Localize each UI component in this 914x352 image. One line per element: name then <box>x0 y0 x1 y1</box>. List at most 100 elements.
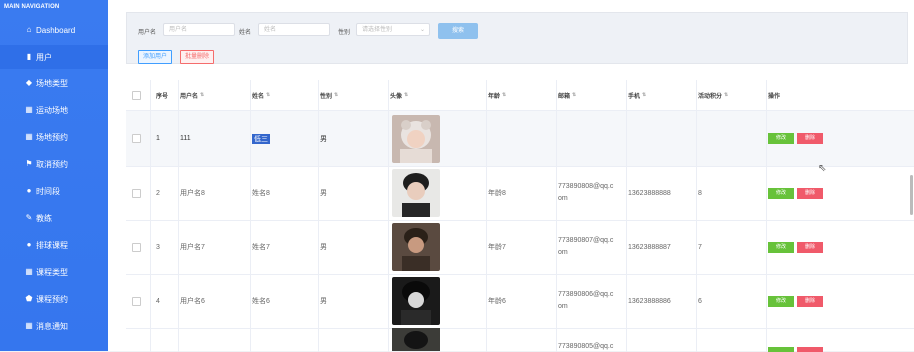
cell-avatar <box>392 166 486 220</box>
gender-select[interactable]: 请选择性别 ⌄ <box>356 23 430 36</box>
mouse-cursor-icon: ⇖ <box>818 163 827 174</box>
cell-username: 用户名7 <box>180 244 205 251</box>
header-label: 头像 <box>390 93 403 100</box>
sidebar-item-notifications[interactable]: ▦ 消息通知 <box>0 314 108 338</box>
header-username[interactable]: 用户名 ⇅ <box>180 80 250 110</box>
sidebar-item-label: 时间段 <box>36 186 60 196</box>
checkbox-box <box>132 242 141 252</box>
sidebar-item-course-booking[interactable]: ⬟ 课程预约 <box>0 287 108 311</box>
avatar <box>392 169 440 217</box>
sidebar-item-sports-venue[interactable]: ▦ 运动场地 <box>0 98 108 122</box>
row-checkbox[interactable] <box>132 274 146 328</box>
checkbox-box <box>132 296 141 306</box>
grid-icon: ▦ <box>25 267 33 276</box>
main-content: 用户名 用户名 姓名 姓名 性别 请选择性别 ⌄ 搜索 添加用户 批量删除 序号… <box>108 0 914 352</box>
table-row: 1 111 低三 男 修改 删除 <box>126 111 914 167</box>
row-checkbox[interactable] <box>132 166 146 220</box>
delete-button[interactable] <box>797 347 823 352</box>
cell-points: 7 <box>698 243 702 251</box>
sidebar-item-users[interactable]: ▮ 用户 <box>0 45 108 69</box>
username-label: 用户名 <box>138 30 157 36</box>
edit-button[interactable]: 修改 <box>768 133 794 144</box>
column-divider <box>486 80 487 352</box>
sort-icon: ⇅ <box>572 92 577 98</box>
sidebar-item-label: 场地类型 <box>36 78 68 88</box>
cell-age: 年龄6 <box>488 298 506 305</box>
header-gender[interactable]: 性别 ⇅ <box>320 80 386 110</box>
cell-gender: 男 <box>320 190 327 197</box>
vertical-scrollbar[interactable] <box>910 175 913 215</box>
checkbox-box <box>132 188 141 198</box>
sidebar-item-course-type[interactable]: ▦ 课程类型 <box>0 260 108 284</box>
column-divider <box>696 80 697 352</box>
column-divider <box>318 80 319 352</box>
edit-button[interactable]: 修改 <box>768 241 794 253</box>
cell-avatar <box>392 111 486 166</box>
delete-button[interactable]: 删除 <box>797 187 823 199</box>
sidebar-item-label: 课程预约 <box>36 294 68 304</box>
cell-name: 低三 <box>252 111 318 166</box>
cell-actions: 修改 删除 <box>768 111 848 166</box>
cell-username: 111 <box>180 135 191 142</box>
delete-button[interactable]: 删除 <box>797 241 823 253</box>
chevron-down-icon: ⌄ <box>419 27 425 33</box>
header-avatar[interactable]: 头像 ⇅ <box>390 80 484 110</box>
sidebar-item-label: 消息通知 <box>36 321 68 331</box>
edit-button[interactable] <box>768 347 794 352</box>
sidebar-item-dashboard[interactable]: ⌂ Dashboard <box>0 18 108 42</box>
sidebar: MAIN NAVIGATION ⌂ Dashboard ▮ 用户 ◆ 场地类型 … <box>0 0 108 351</box>
search-panel <box>126 12 908 64</box>
column-divider <box>556 80 557 352</box>
column-divider <box>388 80 389 352</box>
header-points[interactable]: 活动积分 ⇅ <box>698 80 764 110</box>
username-input[interactable]: 用户名 <box>163 23 235 36</box>
header-label: 手机 <box>628 93 641 100</box>
sort-icon: ⇅ <box>404 92 409 98</box>
user-icon: ● <box>26 240 32 249</box>
header-name[interactable]: 姓名 ⇅ <box>252 80 318 110</box>
edit-button[interactable]: 修改 <box>768 187 794 199</box>
avatar <box>392 223 440 271</box>
avatar <box>392 277 440 325</box>
sidebar-item-time-slot[interactable]: ● 时间段 <box>0 179 108 203</box>
batch-delete-button[interactable]: 批量删除 <box>180 50 215 64</box>
sidebar-item-coach[interactable]: ✎ 教练 <box>0 206 108 230</box>
add-user-button[interactable]: 添加用户 <box>138 50 173 64</box>
header-label: 性别 <box>320 93 333 100</box>
bar-chart-icon: ▮ <box>26 52 32 61</box>
avatar <box>392 328 440 351</box>
sort-icon: ⇅ <box>724 92 729 98</box>
table-row: 3 用户名7 姓名7 男 年龄7 773890807@qq.c om 13623… <box>126 220 914 275</box>
cell-gender: 男 <box>320 244 327 251</box>
column-divider <box>178 80 179 352</box>
cell-phone <box>628 111 694 166</box>
sidebar-item-venue-type[interactable]: ◆ 场地类型 <box>0 71 108 95</box>
edit-button[interactable]: 修改 <box>768 295 794 307</box>
cell-gender: 男 <box>320 135 327 143</box>
sidebar-item-venue-booking[interactable]: ▦ 场地预约 <box>0 125 108 149</box>
select-all-checkbox[interactable] <box>132 80 146 110</box>
cell-avatar <box>392 220 486 274</box>
cell-points <box>698 111 764 166</box>
header-actions: 操作 <box>768 93 781 100</box>
search-button[interactable]: 搜索 <box>438 23 478 39</box>
grid-icon: ▦ <box>25 105 33 114</box>
cell-username: 用户名8 <box>180 190 205 197</box>
header-email[interactable]: 邮箱 ⇅ <box>558 80 624 110</box>
sidebar-item-label: 取消预约 <box>36 159 68 169</box>
column-divider <box>766 80 767 352</box>
home-icon: ⌂ <box>26 25 32 34</box>
tag-icon: ✎ <box>25 213 33 222</box>
row-checkbox[interactable] <box>132 220 146 274</box>
sort-icon: ⇅ <box>200 92 205 98</box>
sidebar-item-cancel-booking[interactable]: ⚑ 取消预约 <box>0 152 108 176</box>
header-phone[interactable]: 手机 ⇅ <box>628 80 694 110</box>
header-age[interactable]: 年龄 ⇅ <box>488 80 554 110</box>
header-no: 序号 <box>156 93 169 100</box>
row-checkbox[interactable] <box>132 111 146 166</box>
delete-button[interactable]: 删除 <box>797 133 823 144</box>
delete-button[interactable]: 删除 <box>797 295 823 307</box>
sidebar-item-volleyball-course[interactable]: ● 排球课程 <box>0 233 108 257</box>
email-line: 773890808@qq.c <box>558 183 614 190</box>
name-input[interactable]: 姓名 <box>258 23 330 36</box>
